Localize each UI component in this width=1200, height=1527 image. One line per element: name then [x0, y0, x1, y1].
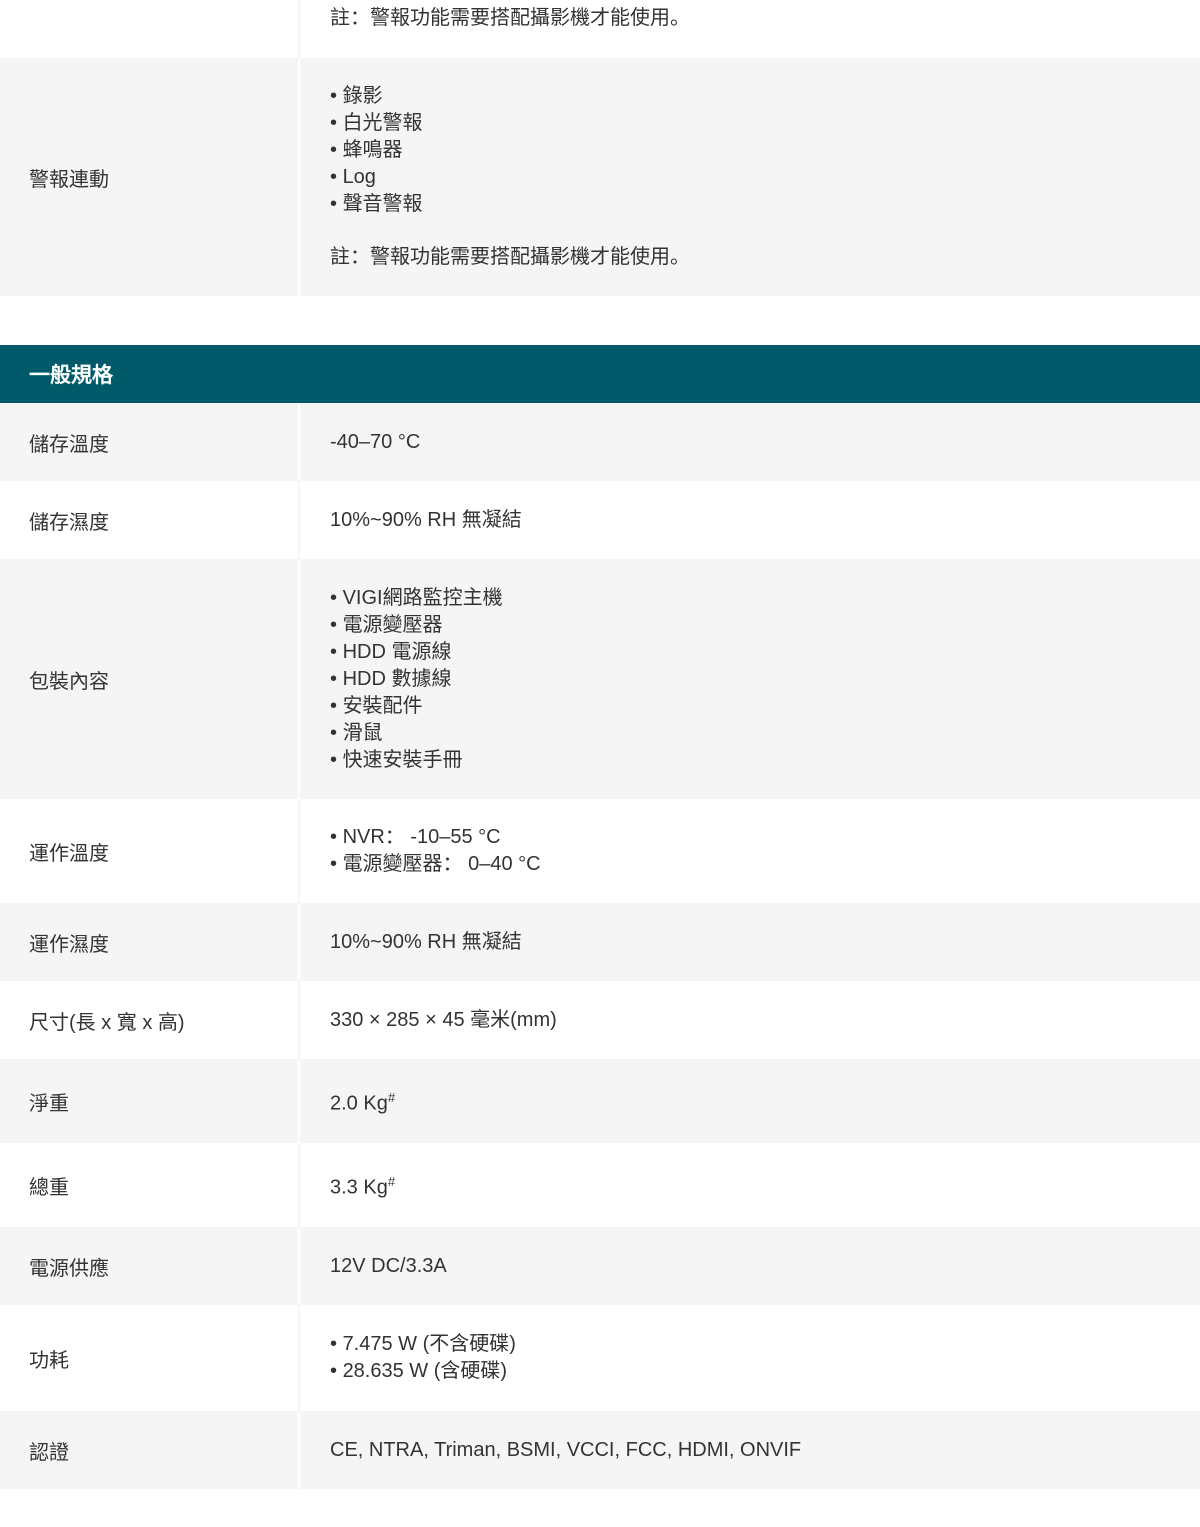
list-item: NVR： -10–55 °C — [330, 824, 1200, 851]
weight-value: 3.3 Kg — [330, 1176, 388, 1199]
spec-label: 警報連動 — [29, 168, 109, 191]
spec-value: 7.475 W (不含硬碟) 28.635 W (含硬碟) — [300, 1305, 1200, 1411]
spec-value: VIGI網路監控主機 電源變壓器 HDD 電源線 HDD 數據線 安裝配件 滑鼠… — [300, 559, 1200, 799]
list-item: 白光警報 — [330, 110, 1200, 137]
spec-value-text: 10%~90% RH 無凝結 — [330, 508, 522, 531]
footnote-mark: # — [387, 1174, 396, 1190]
spec-label: 尺寸(長 x 寬 x 高) — [29, 1011, 185, 1034]
spec-value: 10%~90% RH 無凝結 — [300, 481, 1200, 559]
spec-value: 10%~90% RH 無凝結 — [300, 903, 1200, 981]
spec-value: -40–70 °C — [300, 403, 1200, 481]
list-item: 錄影 — [330, 83, 1200, 110]
spec-row-power-consumption: 功耗 7.475 W (不含硬碟) 28.635 W (含硬碟) — [0, 1305, 1200, 1411]
spec-value-text: 10%~90% RH 無凝結 — [330, 930, 522, 953]
spec-row-storage-temp: 儲存溫度 -40–70 °C — [0, 403, 1200, 481]
spec-label: 儲存濕度 — [29, 511, 109, 534]
spec-label — [0, 0, 298, 58]
spec-row-power-supply: 電源供應 12V DC/3.3A — [0, 1227, 1200, 1305]
spec-row-gross-weight: 總重 3.3 Kg# — [0, 1143, 1200, 1227]
list-item: HDD 數據線 — [330, 666, 1200, 693]
list-item: 7.475 W (不含硬碟) — [330, 1331, 1200, 1358]
list-item: 聲音警報 — [330, 191, 1200, 218]
list-item: Log — [330, 164, 1200, 191]
spec-row-dimensions: 尺寸(長 x 寬 x 高) 330 × 285 × 45 毫米(mm) — [0, 981, 1200, 1059]
list-item: 安裝配件 — [330, 693, 1200, 720]
spec-label: 儲存溫度 — [29, 433, 109, 456]
spec-row-package-contents: 包裝內容 VIGI網路監控主機 電源變壓器 HDD 電源線 HDD 數據線 安裝… — [0, 559, 1200, 799]
list-item: HDD 電源線 — [330, 639, 1200, 666]
spec-value: 錄影 白光警報 蜂鳴器 Log 聲音警報 註：警報功能需要搭配攝影機才能使用。 — [300, 58, 1200, 296]
note-text: 註：警報功能需要搭配攝影機才能使用。 — [330, 7, 690, 29]
note-text: 註：警報功能需要搭配攝影機才能使用。 — [330, 246, 690, 268]
list-item: 蜂鳴器 — [330, 137, 1200, 164]
section-header: 一般規格 — [0, 345, 1200, 403]
spec-row-operating-temp: 運作溫度 NVR： -10–55 °C 電源變壓器： 0–40 °C — [0, 799, 1200, 903]
spec-row-alarm-note: 註：警報功能需要搭配攝影機才能使用。 — [0, 0, 1200, 58]
weight-value: 2.0 Kg — [330, 1092, 388, 1115]
spec-row-alarm-linkage: 警報連動 錄影 白光警報 蜂鳴器 Log 聲音警報 註：警報功能需要搭配攝影機才… — [0, 58, 1200, 296]
spec-value-text: 330 × 285 × 45 毫米(mm) — [330, 1008, 557, 1031]
list-item: 電源變壓器： 0–40 °C — [330, 851, 1200, 878]
spec-row-operating-humidity: 運作濕度 10%~90% RH 無凝結 — [0, 903, 1200, 981]
spec-value: NVR： -10–55 °C 電源變壓器： 0–40 °C — [300, 799, 1200, 903]
spec-label: 包裝內容 — [29, 670, 109, 693]
spec-value: 12V DC/3.3A — [300, 1227, 1200, 1305]
spec-value: CE, NTRA, Triman, BSMI, VCCI, FCC, HDMI,… — [300, 1411, 1200, 1489]
footnote-mark: # — [387, 1090, 396, 1106]
spec-value: 3.3 Kg# — [300, 1143, 1200, 1227]
spec-value-text: CE, NTRA, Triman, BSMI, VCCI, FCC, HDMI,… — [330, 1438, 802, 1461]
spec-label: 電源供應 — [29, 1257, 109, 1280]
spec-label: 淨重 — [29, 1092, 69, 1115]
spec-label: 運作溫度 — [29, 842, 109, 865]
list-item: 電源變壓器 — [330, 612, 1200, 639]
spec-label: 運作濕度 — [29, 933, 109, 956]
list-item: VIGI網路監控主機 — [330, 585, 1200, 612]
spec-value-text: -40–70 °C — [330, 430, 421, 453]
spec-row-certification: 認證 CE, NTRA, Triman, BSMI, VCCI, FCC, HD… — [0, 1411, 1200, 1489]
spec-value: 2.0 Kg# — [300, 1059, 1200, 1143]
spec-label: 認證 — [29, 1441, 69, 1464]
spec-label: 功耗 — [29, 1349, 69, 1372]
spec-label: 總重 — [29, 1176, 69, 1199]
spec-value: 330 × 285 × 45 毫米(mm) — [300, 981, 1200, 1059]
spec-value-text: 12V DC/3.3A — [330, 1254, 447, 1277]
spec-value: 註：警報功能需要搭配攝影機才能使用。 — [300, 0, 1200, 58]
section-title: 一般規格 — [29, 364, 113, 387]
list-item: 滑鼠 — [330, 720, 1200, 747]
spec-value-text: 3.3 Kg# — [330, 1168, 1200, 1202]
list-item: 快速安裝手冊 — [330, 747, 1200, 774]
spec-row-storage-humidity: 儲存濕度 10%~90% RH 無凝結 — [0, 481, 1200, 559]
spec-value-text: 2.0 Kg# — [330, 1084, 1200, 1118]
list-item: 28.635 W (含硬碟) — [330, 1358, 1200, 1385]
spec-row-net-weight: 淨重 2.0 Kg# — [0, 1059, 1200, 1143]
